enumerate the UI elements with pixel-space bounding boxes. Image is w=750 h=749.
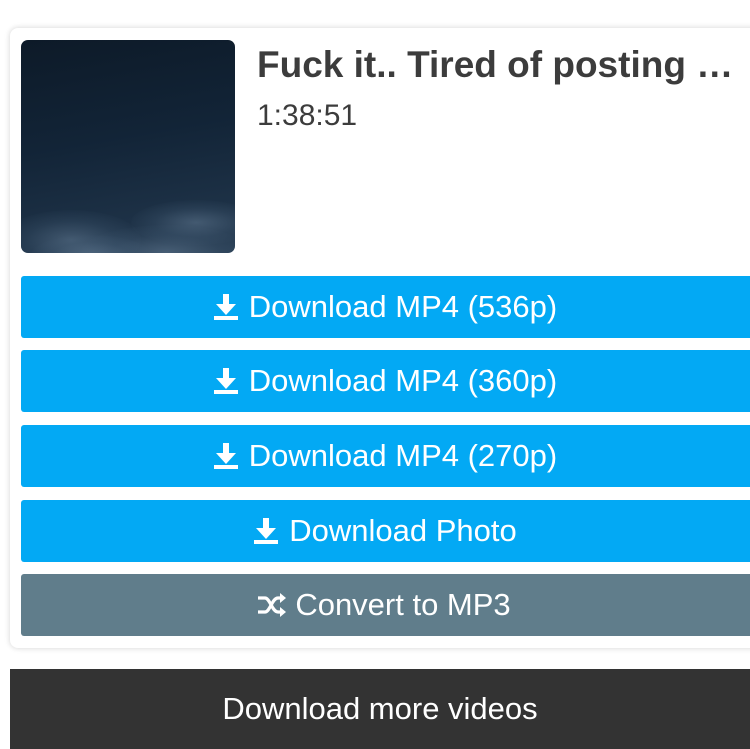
download-mp4-270-label: Download MP4 (270p) [248,438,558,473]
download-mp4-270-button[interactable]: Download MP4 (270p) [21,425,750,487]
download-icon [251,516,281,546]
video-duration: 1:38:51 [257,99,358,132]
download-more-videos-label: Download more videos [222,691,538,726]
download-icon [211,292,241,322]
video-title: Fuck it.. Tired of posting … [257,44,734,85]
download-mp4-360-label: Download MP4 (360p) [248,363,558,398]
shuffle-icon [257,590,287,620]
download-icon [211,366,241,396]
video-thumbnail[interactable] [21,40,235,253]
convert-to-mp3-button[interactable]: Convert to MP3 [21,574,750,636]
download-mp4-536-label: Download MP4 (536p) [248,289,558,324]
convert-to-mp3-label: Convert to MP3 [295,587,511,622]
download-photo-label: Download Photo [289,513,517,548]
download-mp4-536-button[interactable]: Download MP4 (536p) [21,276,750,338]
download-photo-button[interactable]: Download Photo [21,500,750,562]
download-icon [211,441,241,471]
download-mp4-360-button[interactable]: Download MP4 (360p) [21,350,750,412]
download-more-videos-button[interactable]: Download more videos [10,669,750,749]
